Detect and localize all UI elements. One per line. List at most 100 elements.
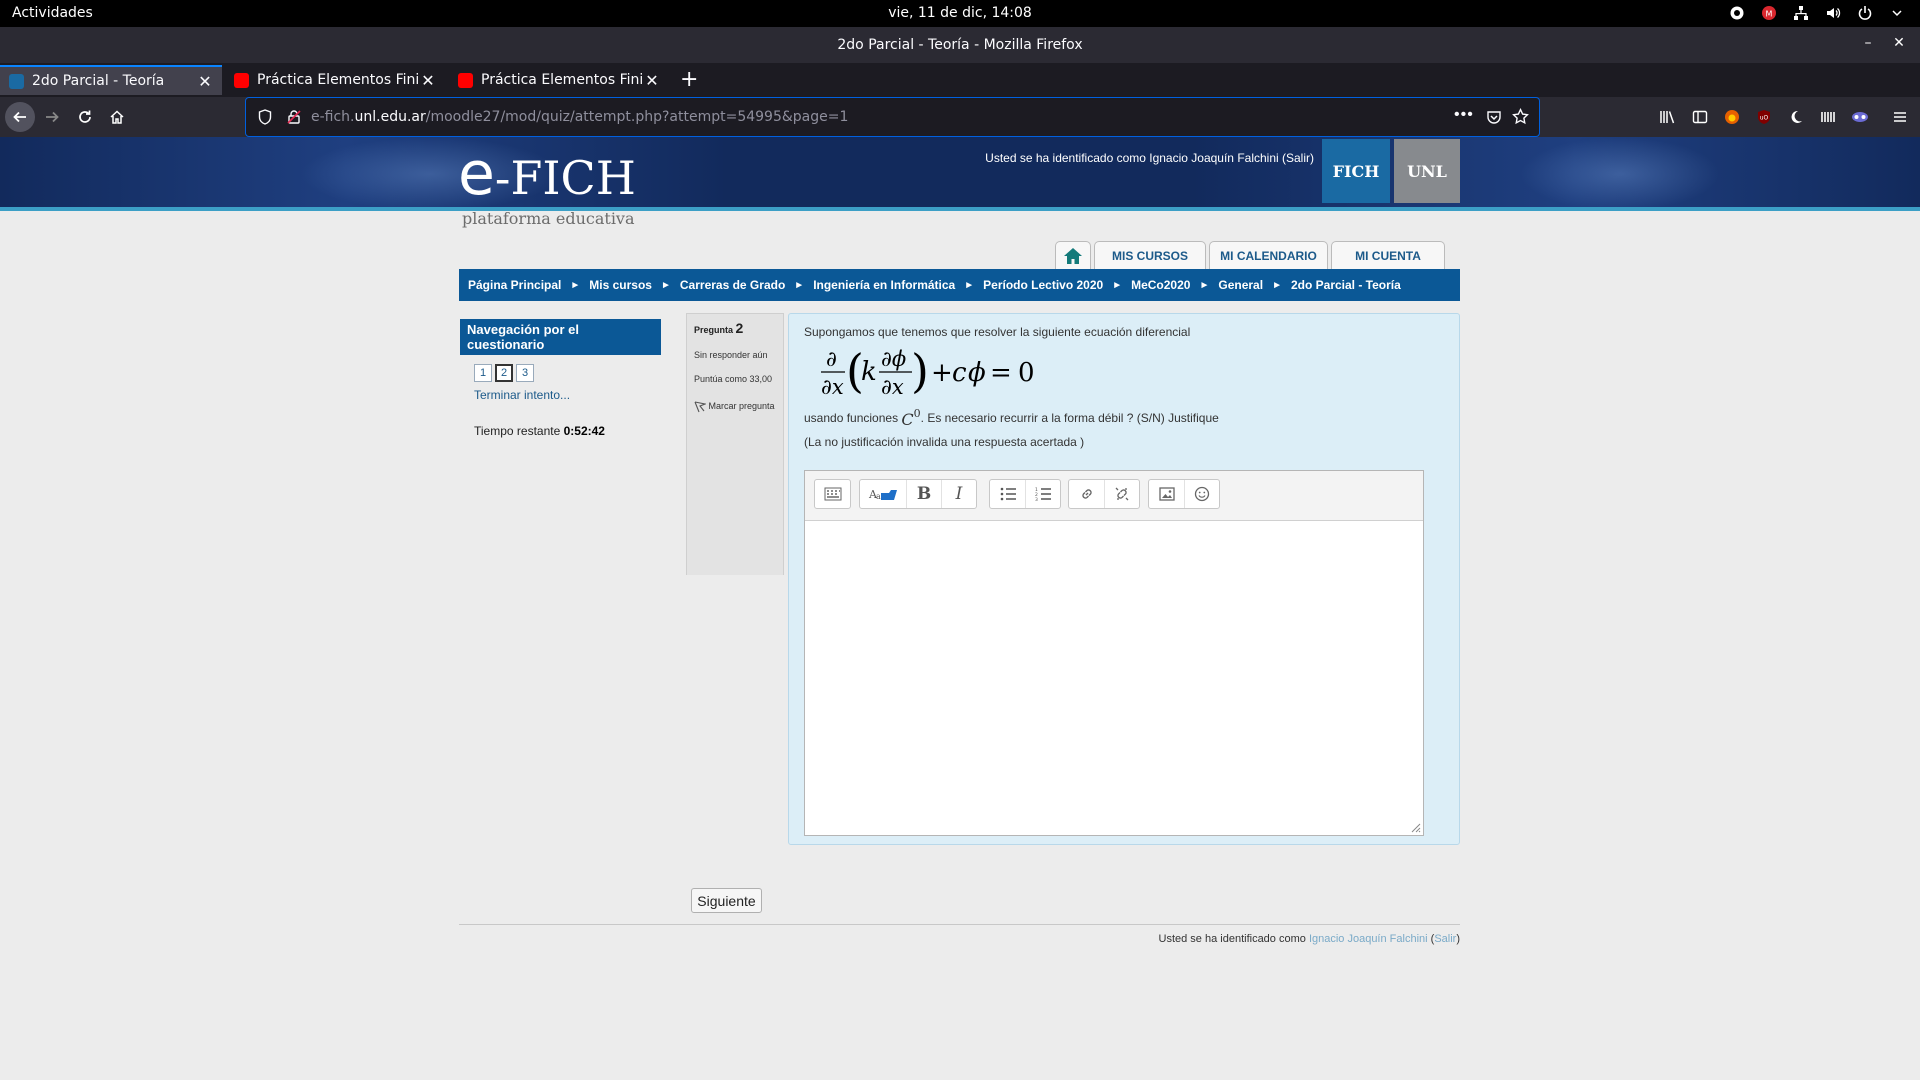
breadcrumb-separator-icon: ► xyxy=(1199,279,1210,291)
equation-image: ∂ ∂x ( k ∂ϕ ∂x ) + c ϕ = 0 xyxy=(821,344,1035,399)
time-remaining-value: 0:52:42 xyxy=(563,424,605,438)
main-nav-tabs: MIS CURSOS MI CALENDARIO MI CUENTA xyxy=(1055,241,1445,269)
bookmark-star-icon[interactable] xyxy=(1512,107,1529,130)
finish-attempt-link[interactable]: Terminar intento... xyxy=(474,388,661,402)
question-points: Puntúa como 33,00 xyxy=(694,374,773,384)
url-bar[interactable]: e-fich.unl.edu.ar/moodle27/mod/quiz/atte… xyxy=(245,97,1540,137)
breadcrumb-item[interactable]: Ingeniería en Informática xyxy=(813,278,955,292)
svg-text:0: 0 xyxy=(1018,358,1035,388)
volume-icon[interactable] xyxy=(1824,4,1842,22)
footer-user-link[interactable]: Ignacio Joaquín Falchini xyxy=(1309,933,1428,945)
reload-icon[interactable] xyxy=(70,102,100,132)
back-arrow-icon[interactable] xyxy=(5,102,35,132)
breadcrumb: Página Principal ► Mis cursos ► Carreras d… xyxy=(459,269,1460,301)
tab-label: Práctica Elementos Finitos xyxy=(257,72,419,88)
toolbar-toggle-icon[interactable] xyxy=(815,480,850,508)
breadcrumb-item[interactable]: Período Lectivo 2020 xyxy=(983,278,1103,292)
breadcrumb-item[interactable]: Carreras de Grado xyxy=(680,278,785,292)
tab-youtube-2[interactable]: Práctica Elementos Finitos ✕ xyxy=(449,65,669,95)
quiz-navigation-block: Navegación por el cuestionario 1 2 3 Ter… xyxy=(460,319,661,438)
unl-logo[interactable]: UNL xyxy=(1394,139,1460,203)
tracking-shield-icon[interactable] xyxy=(258,109,272,130)
tab-mis-cursos[interactable]: MIS CURSOS xyxy=(1094,241,1206,269)
resize-handle-icon[interactable] xyxy=(1409,821,1421,833)
svg-text:∂x: ∂x xyxy=(881,375,904,399)
editor-toolbar: Aa B I 123 xyxy=(805,471,1423,521)
forward-arrow-icon[interactable] xyxy=(37,102,67,132)
svg-text:c: c xyxy=(952,358,967,388)
extension-fox-icon[interactable] xyxy=(1717,102,1747,132)
question-3-button[interactable]: 3 xyxy=(516,364,534,382)
tab-mi-calendario[interactable]: MI CALENDARIO xyxy=(1209,241,1328,269)
unordered-list-icon[interactable] xyxy=(990,480,1025,508)
library-icon[interactable] xyxy=(1653,102,1683,132)
tab-quiz[interactable]: 2do Parcial - Teoría ✕ xyxy=(0,65,222,95)
breadcrumb-separator-icon: ► xyxy=(1112,279,1123,291)
network-icon[interactable] xyxy=(1792,4,1810,22)
mega-icon[interactable]: M xyxy=(1760,4,1778,22)
question-info: Pregunta 2 Sin responder aún Puntúa como… xyxy=(686,313,784,575)
link-icon[interactable] xyxy=(1069,480,1104,508)
web-page: e-FICH Usted se ha identificado como Ign… xyxy=(0,137,1920,1080)
breadcrumb-item-current[interactable]: 2do Parcial - Teoría xyxy=(1291,278,1401,292)
extension-mask-icon[interactable] xyxy=(1845,102,1875,132)
svg-text:∂x: ∂x xyxy=(821,375,844,399)
extension-bars-icon[interactable] xyxy=(1813,102,1843,132)
close-tab-icon[interactable]: ✕ xyxy=(419,71,437,90)
tab-label: 2do Parcial - Teoría xyxy=(32,73,165,89)
toolbar-group-media xyxy=(1148,479,1220,509)
screenshot-icon[interactable] xyxy=(1728,4,1746,22)
activities-button[interactable]: Actividades xyxy=(12,5,93,21)
svg-text:+: + xyxy=(931,358,953,388)
italic-icon[interactable]: I xyxy=(941,480,976,508)
new-tab-icon[interactable]: + xyxy=(680,69,698,91)
svg-text:k: k xyxy=(861,357,877,387)
answer-text-area[interactable] xyxy=(805,521,1423,835)
question-text-intro: Supongamos que tenemos que resolver la s… xyxy=(804,325,1191,339)
flag-question-toggle[interactable]: Marcar pregunta xyxy=(694,396,776,416)
close-window-icon[interactable]: ✕ xyxy=(1889,35,1909,55)
question-status: Sin responder aún xyxy=(694,350,768,360)
next-page-button[interactable]: Siguiente xyxy=(691,888,762,913)
breadcrumb-separator-icon: ► xyxy=(794,279,805,291)
ublock-icon[interactable]: uO xyxy=(1749,102,1779,132)
breadcrumb-item[interactable]: Página Principal xyxy=(468,278,561,292)
chevron-down-icon[interactable] xyxy=(1888,4,1906,22)
insert-image-icon[interactable] xyxy=(1149,480,1184,508)
unlink-icon[interactable] xyxy=(1104,480,1139,508)
breadcrumb-item[interactable]: General xyxy=(1218,278,1263,292)
close-tab-icon[interactable]: ✕ xyxy=(643,71,661,90)
time-remaining: Tiempo restante 0:52:42 xyxy=(474,424,605,438)
efich-logo[interactable]: e-FICH xyxy=(458,144,636,204)
sidebar-icon[interactable] xyxy=(1685,102,1715,132)
power-icon[interactable] xyxy=(1856,4,1874,22)
youtube-favicon-icon xyxy=(234,72,249,88)
paragraph-styles-icon[interactable]: Aa xyxy=(860,480,906,508)
system-top-bar: Actividades vie, 11 de dic, 14:08 M xyxy=(0,0,1920,27)
ordered-list-icon[interactable]: 123 xyxy=(1025,480,1060,508)
pocket-icon[interactable] xyxy=(1486,109,1502,130)
hamburger-menu-icon[interactable] xyxy=(1885,102,1915,132)
breadcrumb-item[interactable]: MeCo2020 xyxy=(1131,278,1190,292)
bold-icon[interactable]: B xyxy=(906,480,941,508)
question-1-button[interactable]: 1 xyxy=(474,364,492,382)
close-tab-icon[interactable]: ✕ xyxy=(196,72,214,91)
question-2-button[interactable]: 2 xyxy=(495,364,513,382)
tab-youtube-1[interactable]: Práctica Elementos Finitos ✕ xyxy=(225,65,445,95)
emoticon-icon[interactable] xyxy=(1184,480,1219,508)
footer-logout-link[interactable]: Salir xyxy=(1434,933,1456,945)
url-text[interactable]: e-fich.unl.edu.ar/moodle27/mod/quiz/atte… xyxy=(311,109,848,125)
differential-equation-formula: ∂ ∂x ( k ∂ϕ ∂x ) + c ϕ = 0 xyxy=(818,339,1444,401)
insecure-lock-icon[interactable] xyxy=(286,109,302,130)
login-info[interactable]: Usted se ha identificado como Ignacio Jo… xyxy=(960,151,1314,165)
home-tab[interactable] xyxy=(1055,241,1091,269)
dark-reader-icon[interactable] xyxy=(1781,102,1811,132)
system-clock[interactable]: vie, 11 de dic, 14:08 xyxy=(0,5,1920,21)
answer-editor: Aa B I 123 xyxy=(804,470,1424,836)
minimize-icon[interactable]: – xyxy=(1858,35,1878,55)
tab-mi-cuenta[interactable]: MI CUENTA xyxy=(1331,241,1445,269)
home-icon[interactable] xyxy=(102,102,132,132)
fich-logo[interactable]: FICH xyxy=(1322,139,1390,203)
breadcrumb-item[interactable]: Mis cursos xyxy=(589,278,652,292)
page-actions-icon[interactable]: ••• xyxy=(1454,106,1474,124)
